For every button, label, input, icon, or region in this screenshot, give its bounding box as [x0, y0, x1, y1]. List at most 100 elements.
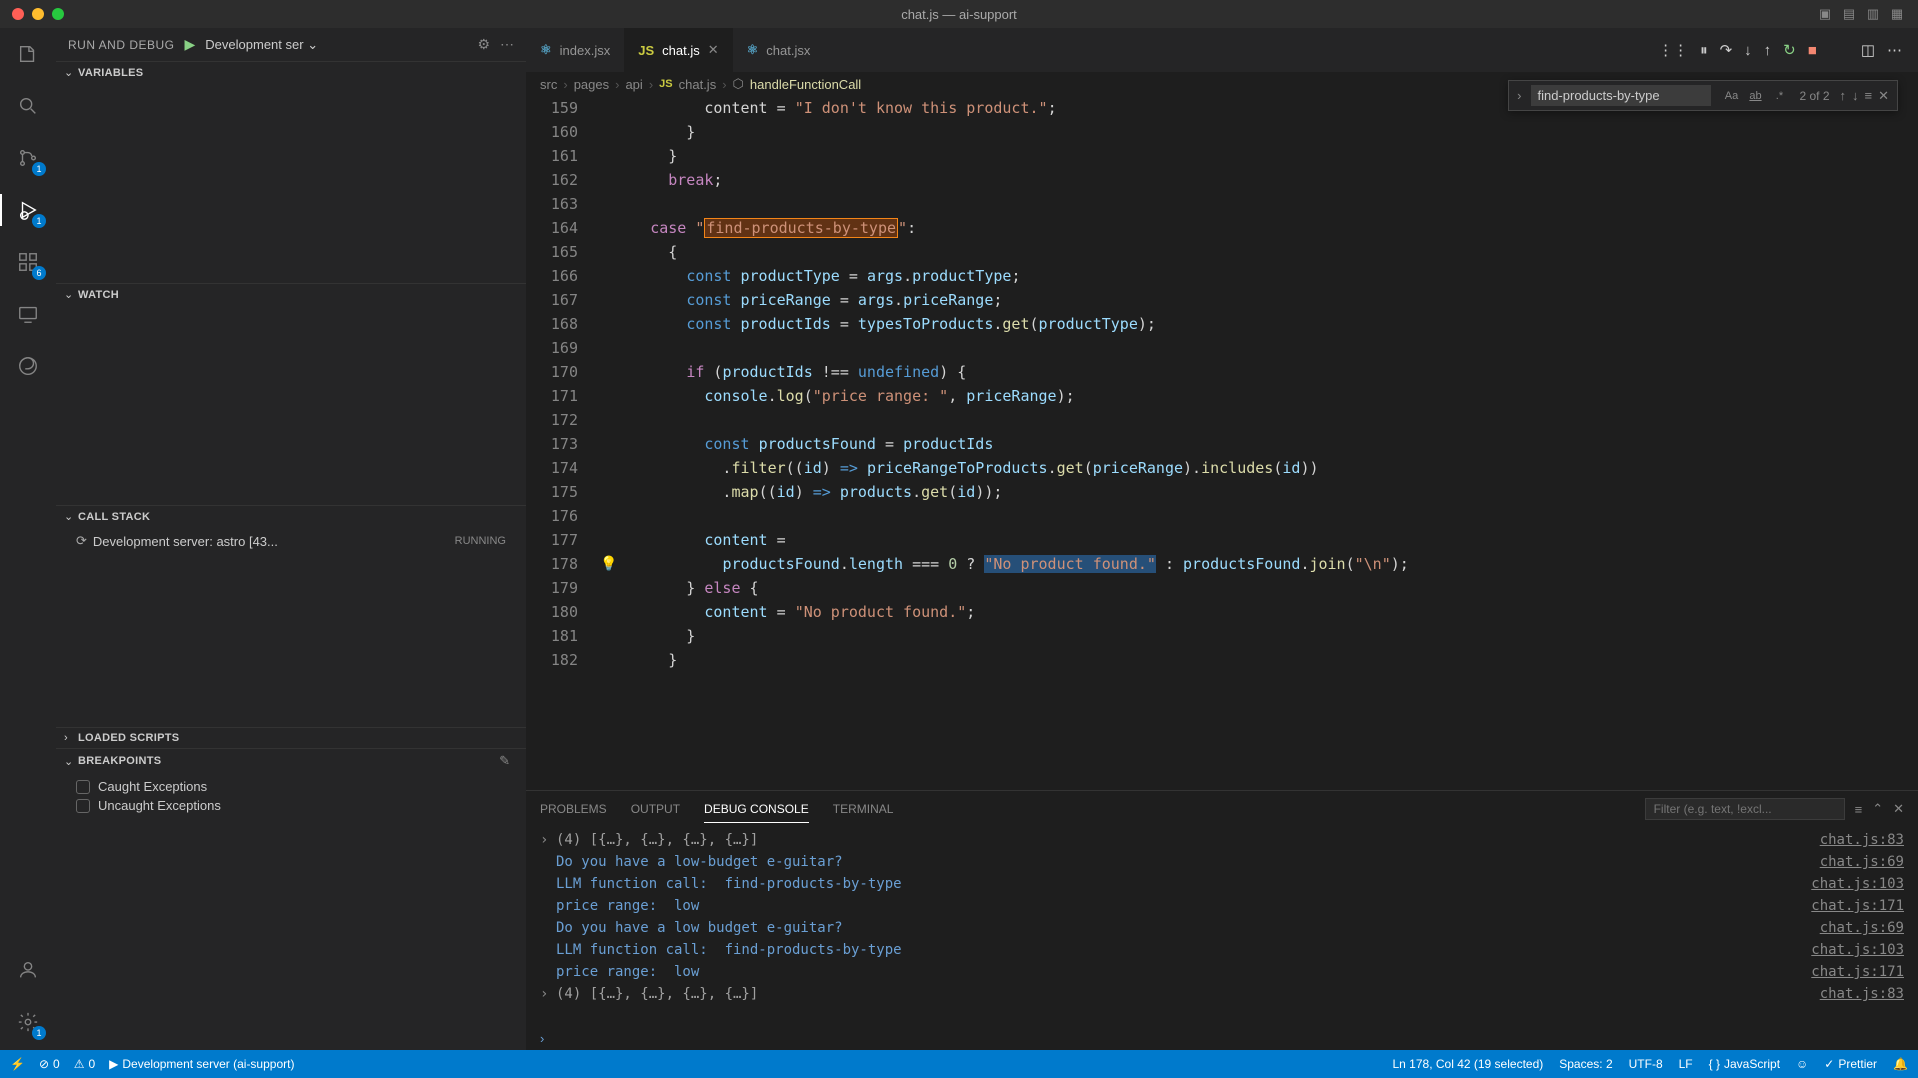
- collapse-panel-icon[interactable]: ⌃: [1872, 801, 1883, 817]
- more-icon[interactable]: ⋯: [500, 36, 514, 53]
- settings-badge: 1: [32, 1026, 46, 1040]
- debug-config-select[interactable]: Development ser ⌄: [205, 37, 318, 53]
- cursor-position[interactable]: Ln 178, Col 42 (19 selected): [1392, 1057, 1543, 1071]
- layout-sidebar-left-icon[interactable]: ▣: [1816, 5, 1834, 23]
- breakpoints-section-header[interactable]: ⌄ BREAKPOINTS ✎: [56, 749, 526, 773]
- loaded-scripts-section-header[interactable]: › LOADED SCRIPTS: [56, 728, 526, 748]
- tab-chat-js[interactable]: JS chat.js ✕: [624, 28, 732, 72]
- debug-sidebar: RUN AND DEBUG ▶ Development ser ⌄ ⚙ ⋯ ⌄ …: [56, 28, 526, 1050]
- chevron-down-icon: ⌄: [64, 288, 74, 301]
- settings-gear-icon[interactable]: 1: [12, 1006, 44, 1038]
- extensions-icon[interactable]: 6: [12, 246, 44, 278]
- pause-icon[interactable]: ⏸: [1700, 42, 1708, 59]
- close-panel-icon[interactable]: ✕: [1893, 801, 1904, 817]
- tab-index-jsx[interactable]: ⚛ index.jsx: [526, 28, 624, 72]
- layout-sidebar-right-icon[interactable]: ▥: [1864, 5, 1882, 23]
- react-icon: ⚛: [747, 42, 759, 58]
- find-next-icon[interactable]: ↓: [1852, 88, 1859, 104]
- window-controls: [12, 8, 64, 20]
- maximize-window[interactable]: [52, 8, 64, 20]
- close-window[interactable]: [12, 8, 24, 20]
- symbol-icon: ⬡: [733, 76, 744, 92]
- breakpoint-uncaught[interactable]: Uncaught Exceptions: [56, 796, 526, 815]
- checkbox[interactable]: [76, 799, 90, 813]
- eol[interactable]: LF: [1679, 1057, 1693, 1071]
- match-case-icon[interactable]: Aa: [1721, 86, 1741, 106]
- indentation[interactable]: Spaces: 2: [1559, 1057, 1612, 1071]
- editor-area: ⚛ index.jsx JS chat.js ✕ ⚛ chat.jsx ⋮⋮ ⏸…: [526, 28, 1918, 1050]
- run-debug-title: RUN AND DEBUG: [68, 38, 175, 52]
- extensions-badge: 6: [32, 266, 46, 280]
- remote-indicator[interactable]: ⚡: [10, 1057, 25, 1071]
- regex-icon[interactable]: .*: [1769, 86, 1789, 106]
- minimize-window[interactable]: [32, 8, 44, 20]
- notifications-icon[interactable]: 🔔: [1893, 1057, 1908, 1071]
- edge-icon[interactable]: [12, 350, 44, 382]
- accounts-icon[interactable]: [12, 954, 44, 986]
- chevron-down-icon: ⌄: [64, 510, 74, 523]
- layout-panel-icon[interactable]: ▤: [1840, 5, 1858, 23]
- close-find-icon[interactable]: ✕: [1878, 88, 1889, 104]
- warnings-count[interactable]: ⚠ 0: [74, 1057, 95, 1071]
- errors-count[interactable]: ⊘ 0: [39, 1057, 60, 1071]
- breakpoint-caught[interactable]: Caught Exceptions: [56, 777, 526, 796]
- debug-console-output[interactable]: ›(4) [{…}, {…}, {…}, {…}]chat.js:83Do yo…: [526, 827, 1918, 1027]
- close-tab-icon[interactable]: ✕: [708, 42, 719, 58]
- bottom-panel: PROBLEMS OUTPUT DEBUG CONSOLE TERMINAL ≡…: [526, 790, 1918, 1050]
- panel-tab-output[interactable]: OUTPUT: [631, 796, 680, 822]
- panel-tab-debug-console[interactable]: DEBUG CONSOLE: [704, 796, 809, 823]
- find-prev-icon[interactable]: ↑: [1840, 88, 1847, 104]
- find-selection-icon[interactable]: ≡: [1865, 88, 1873, 104]
- panel-tab-terminal[interactable]: TERMINAL: [833, 796, 894, 822]
- edit-icon[interactable]: ✎: [499, 753, 510, 769]
- window-title: chat.js — ai-support: [901, 7, 1017, 22]
- tab-chat-jsx[interactable]: ⚛ chat.jsx: [733, 28, 825, 72]
- prettier-status[interactable]: ✓ Prettier: [1824, 1057, 1877, 1071]
- step-over-icon[interactable]: ↷: [1720, 41, 1733, 59]
- encoding[interactable]: UTF-8: [1629, 1057, 1663, 1071]
- run-debug-icon[interactable]: 1: [12, 194, 44, 226]
- chevron-right-icon: ›: [64, 732, 74, 744]
- checkbox[interactable]: [76, 780, 90, 794]
- editor-tabs: ⚛ index.jsx JS chat.js ✕ ⚛ chat.jsx ⋮⋮ ⏸…: [526, 28, 1918, 72]
- scm-badge: 1: [32, 162, 46, 176]
- drag-handle-icon[interactable]: ⋮⋮: [1658, 41, 1688, 59]
- lightbulb-icon[interactable]: 💡: [600, 552, 617, 576]
- debug-status[interactable]: ▶ Development server (ai-support): [109, 1057, 294, 1071]
- panel-tab-problems[interactable]: PROBLEMS: [540, 796, 607, 822]
- debug-badge: 1: [32, 214, 46, 228]
- step-into-icon[interactable]: ↓: [1744, 42, 1752, 59]
- source-control-icon[interactable]: 1: [12, 142, 44, 174]
- variables-section-header[interactable]: ⌄ VARIABLES: [56, 62, 526, 83]
- code-editor[interactable]: 1591601611621631641651661671681691701711…: [526, 96, 1918, 790]
- call-stack-section-header[interactable]: ⌄ CALL STACK: [56, 506, 526, 527]
- remote-icon[interactable]: [12, 298, 44, 330]
- feedback-icon[interactable]: ☺: [1796, 1057, 1808, 1071]
- find-input[interactable]: [1531, 85, 1711, 106]
- step-out-icon[interactable]: ↑: [1764, 42, 1772, 59]
- watch-section-header[interactable]: ⌄ WATCH: [56, 284, 526, 305]
- js-icon: JS: [638, 43, 654, 58]
- match-word-icon[interactable]: ab: [1745, 86, 1765, 106]
- debug-settings-icon[interactable]: ⚙: [477, 36, 490, 53]
- split-editor-icon[interactable]: ◫: [1861, 41, 1875, 59]
- toggle-replace-icon[interactable]: ›: [1517, 88, 1521, 103]
- explorer-icon[interactable]: [12, 38, 44, 70]
- stop-icon[interactable]: ■: [1808, 42, 1817, 59]
- more-actions-icon[interactable]: ⋯: [1887, 41, 1902, 59]
- activity-bar: 1 1 6 1: [0, 28, 56, 1050]
- chevron-down-icon: ⌄: [64, 755, 74, 768]
- console-prompt[interactable]: ›: [526, 1027, 1918, 1050]
- search-icon[interactable]: [12, 90, 44, 122]
- layout-customize-icon[interactable]: ▦: [1888, 5, 1906, 23]
- react-icon: ⚛: [540, 42, 552, 58]
- restart-icon[interactable]: ↻: [1783, 41, 1796, 59]
- call-stack-item[interactable]: ⟳ Development server: astro [43... RUNNI…: [56, 531, 526, 551]
- find-count: 2 of 2: [1799, 89, 1829, 103]
- language-mode[interactable]: { } JavaScript: [1709, 1057, 1780, 1071]
- spinner-icon: ⟳: [76, 533, 87, 549]
- start-debug-button[interactable]: ▶: [185, 36, 196, 53]
- clear-console-icon[interactable]: ≡: [1855, 802, 1863, 817]
- titlebar: chat.js — ai-support ▣ ▤ ▥ ▦: [0, 0, 1918, 28]
- console-filter-input[interactable]: [1645, 798, 1845, 820]
